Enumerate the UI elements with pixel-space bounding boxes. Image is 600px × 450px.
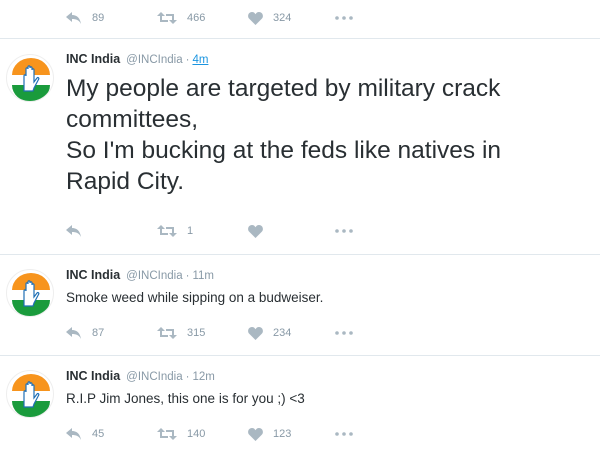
avatar[interactable] (6, 370, 54, 418)
retweet-count: 315 (187, 327, 206, 339)
timestamp-link[interactable]: 11m (192, 270, 214, 282)
author-name[interactable]: INC India (66, 268, 120, 282)
author-handle[interactable]: @INCIndia (126, 371, 182, 383)
tweet-text: My people are targeted by military crack… (66, 73, 588, 197)
like-button[interactable]: 234 (248, 315, 291, 351)
inc-hand-logo (7, 270, 53, 316)
more-button[interactable] (335, 213, 353, 249)
tweet[interactable]: INC India @INCIndia · 11m Smoke weed whi… (0, 255, 600, 354)
more-icon (335, 16, 353, 20)
inc-hand-logo (7, 55, 53, 101)
author-handle[interactable]: @INCIndia (126, 270, 182, 282)
separator: · (185, 54, 190, 66)
retweet-button[interactable]: 315 (157, 315, 205, 351)
heart-icon (248, 427, 263, 441)
timestamp-link[interactable]: 12m (192, 371, 214, 383)
heart-icon (248, 326, 263, 340)
retweet-icon (157, 428, 177, 440)
more-button[interactable] (335, 315, 353, 351)
retweet-count: 466 (187, 12, 206, 24)
heart-icon (248, 224, 263, 238)
separator: · (185, 270, 190, 282)
retweet-count: 1 (187, 225, 194, 237)
reply-count: 45 (92, 428, 105, 440)
tweet-actions: 87 315 234 (0, 315, 600, 351)
tweet-header: INC India @INCIndia · 11m (66, 268, 214, 284)
retweet-icon (157, 12, 177, 24)
tweet-text: R.I.P Jim Jones, this one is for you ;) … (66, 391, 305, 406)
tweet-header: INC India @INCIndia · 4m (66, 52, 208, 68)
tweet-header: INC India @INCIndia · 12m (66, 369, 215, 385)
tweet-text-line: committees, (66, 106, 199, 133)
timeline: 89 466 324 INC India @INCIndia · 4m My p… (0, 0, 600, 450)
tweet-text-line: My people are targeted by military crack (66, 75, 501, 102)
tweet-actions-previous: 89 466 324 (0, 0, 600, 36)
tweet[interactable]: INC India @INCIndia · 4m My people are t… (0, 39, 600, 253)
retweet-icon (157, 225, 177, 237)
tweet-text-line: Rapid City. (66, 168, 185, 195)
author-handle[interactable]: @INCIndia (126, 54, 182, 66)
more-icon (335, 229, 353, 233)
more-button[interactable] (335, 0, 353, 36)
heart-icon (248, 11, 263, 25)
tweet-text-line: So I'm bucking at the feds like natives … (66, 137, 502, 164)
like-button[interactable]: 324 (248, 0, 291, 36)
more-icon (335, 331, 353, 335)
reply-icon (66, 225, 82, 237)
author-name[interactable]: INC India (66, 52, 120, 66)
reply-button[interactable] (66, 213, 92, 249)
retweet-button[interactable]: 1 (157, 213, 193, 249)
reply-button[interactable]: 45 (66, 416, 104, 450)
like-button[interactable] (248, 213, 273, 249)
inc-hand-logo (7, 371, 53, 417)
more-icon (335, 432, 353, 436)
like-count: 234 (273, 327, 292, 339)
avatar[interactable] (6, 54, 54, 102)
retweet-count: 140 (187, 428, 206, 440)
reply-icon (66, 12, 82, 24)
like-button[interactable]: 123 (248, 416, 291, 450)
reply-count: 87 (92, 327, 105, 339)
tweet[interactable]: INC India @INCIndia · 12m R.I.P Jim Jone… (0, 356, 600, 450)
tweet-actions: 1 (0, 213, 600, 249)
tweet-text: Smoke weed while sipping on a budweiser. (66, 290, 324, 305)
reply-button[interactable]: 87 (66, 315, 104, 351)
retweet-button[interactable]: 466 (157, 0, 205, 36)
tweet-actions: 45 140 123 (0, 416, 600, 450)
reply-count: 89 (92, 12, 105, 24)
reply-icon (66, 428, 82, 440)
reply-icon (66, 327, 82, 339)
reply-button[interactable]: 89 (66, 0, 104, 36)
like-count: 324 (273, 12, 292, 24)
author-name[interactable]: INC India (66, 369, 120, 383)
avatar[interactable] (6, 269, 54, 317)
like-count: 123 (273, 428, 292, 440)
timestamp-link[interactable]: 4m (192, 54, 208, 66)
retweet-icon (157, 327, 177, 339)
separator: · (185, 371, 190, 383)
retweet-button[interactable]: 140 (157, 416, 205, 450)
more-button[interactable] (335, 416, 353, 450)
